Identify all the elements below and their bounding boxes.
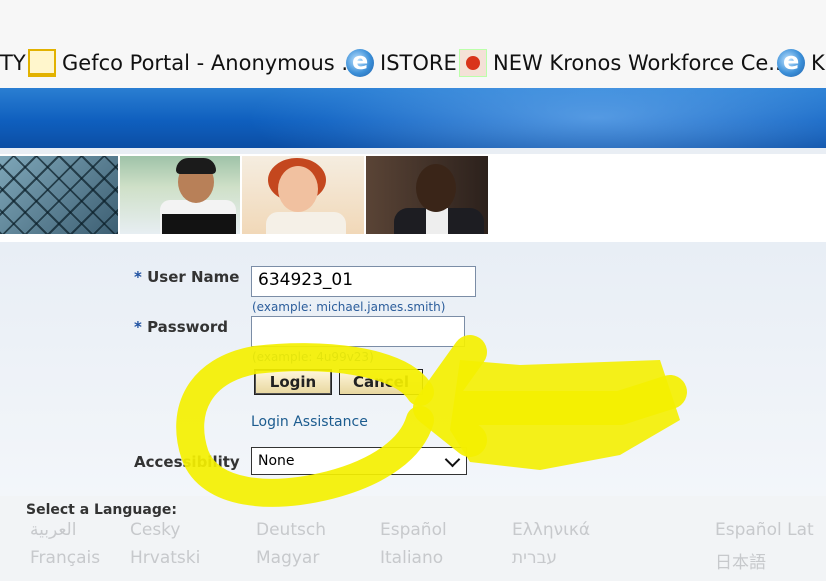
- username-label-text: User Name: [147, 268, 240, 286]
- bookmark-item-gefco[interactable]: Gefco Portal - Anonymous ...: [28, 46, 361, 80]
- ie-icon: [777, 47, 805, 77]
- bookmark-item-istore[interactable]: ISTORE: [346, 46, 457, 80]
- password-hint: (example: 4u99v23): [252, 350, 374, 364]
- cancel-button[interactable]: Cancel: [339, 369, 423, 395]
- bookmark-label: TY: [0, 51, 26, 75]
- language-link-japanese[interactable]: 日本語: [715, 548, 766, 573]
- bookmark-label: NEW Kronos Workforce Ce...: [493, 51, 789, 75]
- required-marker: *: [134, 318, 142, 336]
- header-banner: [0, 88, 826, 148]
- password-label: * Password: [134, 318, 228, 336]
- language-link-italian[interactable]: Italiano: [380, 548, 443, 568]
- language-link-czech[interactable]: Cesky: [130, 520, 181, 540]
- bookmark-item-kronos[interactable]: NEW Kronos Workforce Ce...: [459, 46, 788, 80]
- language-link-french[interactable]: Français: [30, 548, 100, 568]
- accessibility-selected-value: None: [258, 453, 295, 469]
- bookmarks-bar: TY Gefco Portal - Anonymous ... ISTORE N…: [0, 0, 826, 89]
- bookmark-label: Kr: [811, 51, 826, 75]
- kronos-icon: [459, 49, 487, 77]
- language-link-hebrew[interactable]: עברית: [512, 548, 557, 568]
- bookmark-label: Gefco Portal - Anonymous ...: [62, 51, 362, 75]
- language-link-arabic[interactable]: العربية: [30, 520, 76, 540]
- header-photo-strip: [0, 156, 488, 234]
- bookmark-label: ISTORE: [380, 51, 457, 75]
- accessibility-label: Accessibility: [134, 453, 240, 471]
- username-value: 634923_01: [258, 270, 354, 290]
- banner-divider: [0, 148, 826, 154]
- language-link-hungarian[interactable]: Magyar: [256, 548, 319, 568]
- language-link-croatian[interactable]: Hrvatski: [130, 548, 200, 568]
- language-link-german[interactable]: Deutsch: [256, 520, 326, 540]
- username-label: * User Name: [134, 268, 239, 286]
- login-button[interactable]: Login: [254, 369, 332, 395]
- agent-photo-1: [120, 156, 240, 234]
- accessibility-select[interactable]: None: [251, 447, 467, 475]
- agent-photo-2: [242, 156, 364, 234]
- password-input[interactable]: [251, 316, 465, 347]
- language-link-spanish[interactable]: Español: [380, 520, 447, 540]
- page-icon: [28, 49, 56, 77]
- bookmark-item-kr[interactable]: Kr: [777, 46, 826, 80]
- language-link-spanish-latin[interactable]: Español Lat: [715, 520, 814, 540]
- required-marker: *: [134, 268, 142, 286]
- username-input[interactable]: 634923_01: [251, 266, 476, 297]
- language-title: Select a Language:: [26, 502, 177, 518]
- tower-photo: [0, 156, 118, 234]
- language-link-greek[interactable]: Ελληνικά: [512, 520, 590, 540]
- password-label-text: Password: [147, 318, 228, 336]
- username-hint: (example: michael.james.smith): [252, 300, 446, 314]
- ie-icon: [346, 47, 374, 77]
- chevron-down-icon: [444, 453, 460, 469]
- banner-swoosh: [246, 88, 826, 148]
- agent-photo-3: [366, 156, 488, 234]
- login-assistance-link[interactable]: Login Assistance: [251, 414, 368, 430]
- bookmark-item[interactable]: TY: [0, 46, 26, 80]
